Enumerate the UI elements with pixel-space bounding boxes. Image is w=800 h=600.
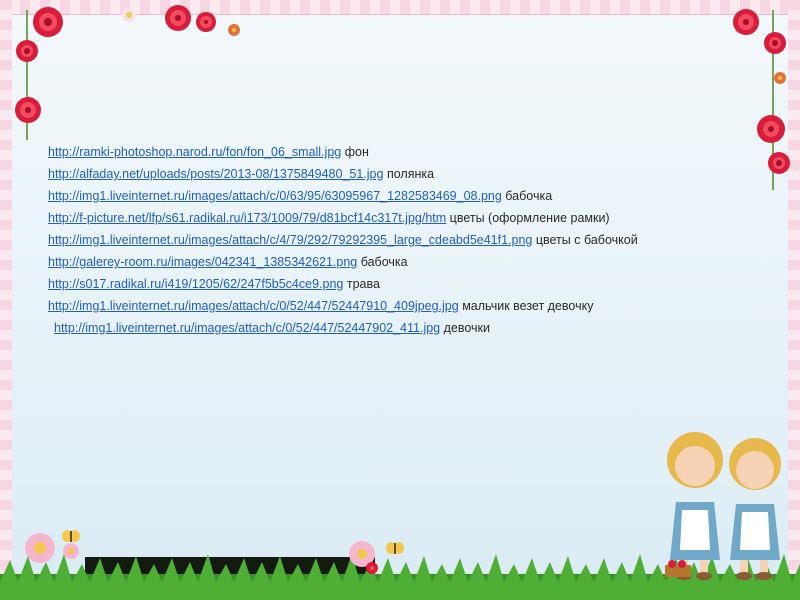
source-link[interactable]: http://img1.liveinternet.ru/images/attac…	[48, 299, 459, 313]
rose-icon	[768, 152, 790, 174]
list-item: http://ramki-photoshop.narod.ru/fon/fon_…	[48, 143, 748, 161]
source-description: мальчик везет девочку	[462, 299, 594, 313]
source-link[interactable]: http://galerey-room.ru/images/042341_138…	[48, 255, 357, 269]
list-item: http://s017.radikal.ru/i419/1205/62/247f…	[48, 275, 748, 293]
list-item: http://img1.liveinternet.ru/images/attac…	[48, 187, 748, 205]
list-item: http://img1.liveinternet.ru/images/attac…	[48, 297, 748, 315]
rose-icon	[366, 562, 378, 574]
source-description: фон	[344, 145, 369, 159]
rose-icon	[733, 9, 759, 35]
rose-icon	[757, 115, 785, 143]
source-description: цветы (оформление рамки)	[449, 211, 610, 225]
list-item: http://galerey-room.ru/images/042341_138…	[48, 253, 748, 271]
rose-icon	[228, 24, 240, 36]
list-item: http://alfaday.net/uploads/posts/2013-08…	[48, 165, 748, 183]
butterfly-icon	[62, 530, 80, 542]
rose-icon	[196, 12, 216, 32]
source-description: девочки	[443, 321, 491, 335]
source-description: цветы с бабочкой	[535, 233, 638, 247]
slide: http://ramki-photoshop.narod.ru/fon/fon_…	[0, 0, 800, 600]
source-link[interactable]: http://img1.liveinternet.ru/images/attac…	[48, 233, 532, 247]
source-description: бабочка	[505, 189, 553, 203]
rose-icon	[764, 32, 786, 54]
source-link[interactable]: http://s017.radikal.ru/i419/1205/62/247f…	[48, 277, 343, 291]
source-link[interactable]: http://img1.liveinternet.ru/images/attac…	[48, 189, 502, 203]
list-item: http://img1.liveinternet.ru/images/attac…	[48, 231, 708, 249]
source-link[interactable]: http://alfaday.net/uploads/posts/2013-08…	[48, 167, 383, 181]
rose-icon	[774, 72, 786, 84]
source-description: бабочка	[360, 255, 408, 269]
list-item: http://img1.liveinternet.ru/images/attac…	[48, 319, 748, 337]
links-list: http://ramki-photoshop.narod.ru/fon/fon_…	[48, 143, 748, 341]
girls-illustration	[665, 432, 781, 580]
source-link[interactable]: http://img1.liveinternet.ru/images/attac…	[54, 321, 440, 335]
daisy-icon	[122, 8, 136, 22]
source-description: полянка	[386, 167, 435, 181]
source-description: трава	[346, 277, 380, 291]
rose-icon	[15, 97, 41, 123]
list-item: http://f-picture.net/lfp/s61.radikal.ru/…	[48, 209, 748, 227]
rose-icon	[165, 5, 191, 31]
frame-left-border	[0, 0, 12, 600]
daisy-icon	[25, 533, 55, 563]
source-link[interactable]: http://ramki-photoshop.narod.ru/fon/fon_…	[48, 145, 341, 159]
rose-icon	[16, 40, 38, 62]
butterfly-icon	[386, 542, 404, 554]
source-link[interactable]: http://f-picture.net/lfp/s61.radikal.ru/…	[48, 211, 446, 225]
